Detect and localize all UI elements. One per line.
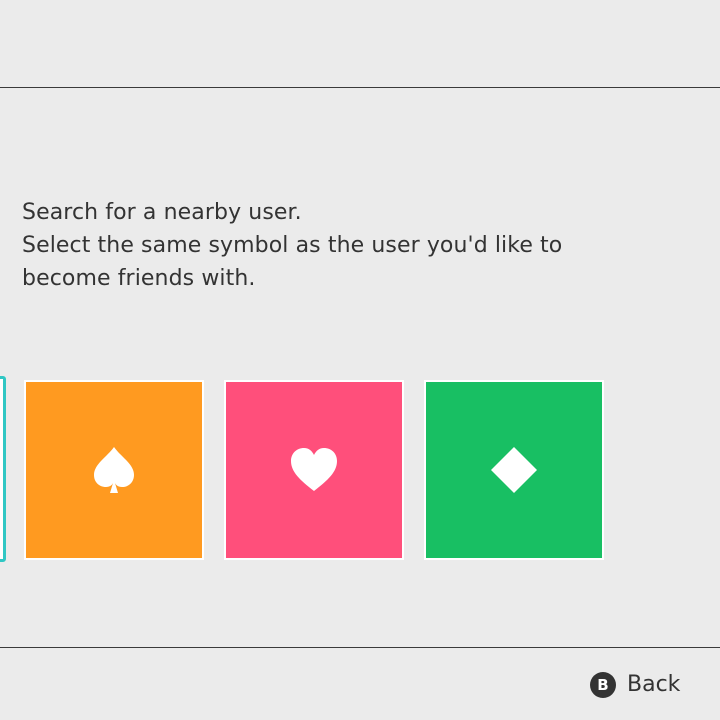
instructions-text: Search for a nearby user. Select the sam…	[22, 196, 662, 295]
heart-symbol-tile[interactable]	[224, 380, 404, 560]
diamond-symbol-tile[interactable]	[424, 380, 604, 560]
top-divider	[0, 87, 720, 88]
bottom-divider	[0, 647, 720, 648]
friend-search-screen: Search for a nearby user. Select the sam…	[0, 0, 720, 720]
diamond-icon	[487, 443, 541, 497]
b-button-icon: B	[590, 672, 616, 698]
instruction-line-3: become friends with.	[22, 266, 256, 291]
selected-symbol-tile-partial[interactable]	[0, 376, 6, 562]
instruction-line-1: Search for a nearby user.	[22, 200, 302, 225]
back-label: Back	[627, 672, 681, 697]
spade-icon	[87, 443, 141, 497]
symbol-selector-row	[0, 376, 720, 566]
instruction-line-2: Select the same symbol as the user you'd…	[22, 233, 563, 258]
back-button[interactable]: B Back	[590, 671, 680, 699]
spade-symbol-tile[interactable]	[24, 380, 204, 560]
heart-icon	[287, 443, 341, 497]
